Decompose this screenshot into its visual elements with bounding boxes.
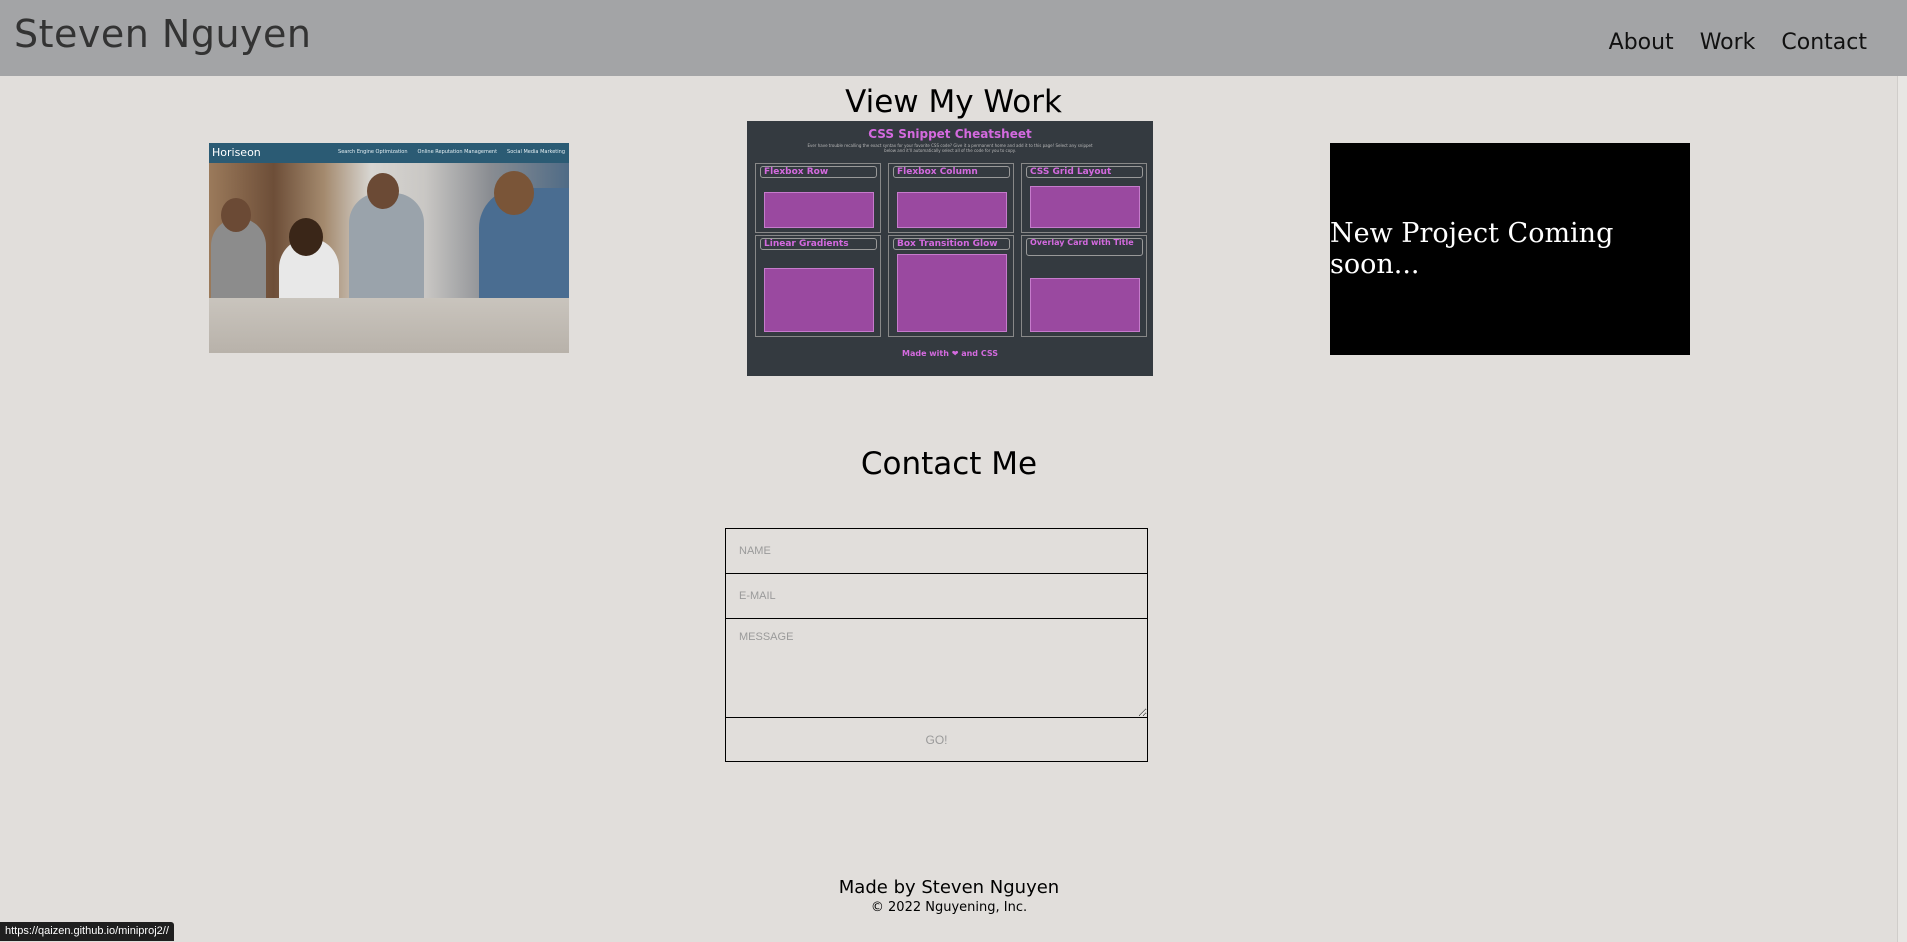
cheatsheet-cell-label: Overlay Card with Title [1026,238,1143,256]
cheatsheet-cell: Flexbox Row [755,163,881,233]
contact-form: GO! [725,528,1148,762]
cheatsheet-code-block [897,254,1007,332]
project-card-horiseon[interactable]: Horiseon Search Engine Optimization Onli… [209,143,569,353]
work-section-title: View My Work [845,84,1062,120]
cheatsheet-code-block [764,268,874,332]
site-header: Steven Nguyen About Work Contact [0,0,1907,76]
page-scrollbar[interactable] [1897,76,1907,942]
cheatsheet-cell-label: Linear Gradients [760,238,877,250]
nav-about-link[interactable]: About [1609,30,1674,55]
cheatsheet-title: CSS Snippet Cheatsheet [868,127,1032,141]
cheatsheet-code-block [764,192,874,228]
horiseon-nav-item: Search Engine Optimization [338,149,408,155]
site-footer: Made by Steven Nguyen © 2022 Nguyening, … [0,877,1898,915]
cheatsheet-cell: Linear Gradients [755,235,881,337]
photo-head [367,173,399,209]
cheatsheet-cell-label: Box Transition Glow [893,238,1010,250]
contact-section-title: Contact Me [860,446,1038,482]
name-field[interactable] [725,528,1148,574]
cheatsheet-footer: Made with ❤ and CSS [901,349,998,358]
photo-head [494,171,534,215]
horiseon-logo: Horiseon [212,146,261,159]
email-field[interactable] [725,574,1148,619]
photo-head [289,218,323,256]
photo-head [221,198,251,232]
cheatsheet-cell: Overlay Card with Title [1021,235,1147,337]
cheatsheet-cell-label: Flexbox Row [760,166,877,178]
coming-soon-text: New Project Coming soon... [1330,218,1614,280]
nav-contact-link[interactable]: Contact [1781,30,1867,55]
cheatsheet-code-block [1030,186,1140,228]
submit-button[interactable]: GO! [725,718,1148,762]
cheatsheet-cell: CSS Grid Layout [1021,163,1147,233]
horiseon-nav-item: Social Media Marketing [507,149,565,155]
site-brand[interactable]: Steven Nguyen [14,12,312,56]
cheatsheet-cell-label: CSS Grid Layout [1026,166,1143,178]
cheatsheet-subtitle: Ever have trouble recalling the exact sy… [807,143,1093,153]
horiseon-header-bar: Horiseon Search Engine Optimization Onli… [209,143,569,163]
link-status-url: https://qaizen.github.io/miniproj2// [0,922,174,941]
horiseon-team-photo [209,163,569,353]
footer-copyright: © 2022 Nguyening, Inc. [870,900,1028,915]
nav-work-link[interactable]: Work [1700,30,1756,55]
project-card-css-cheatsheet[interactable]: CSS Snippet Cheatsheet Ever have trouble… [747,121,1153,376]
cheatsheet-cell-label: Flexbox Column [893,166,1010,178]
message-field[interactable] [725,619,1148,718]
project-card-coming-soon[interactable]: New Project Coming soon... [1330,143,1690,355]
cheatsheet-cell: Box Transition Glow [888,235,1014,337]
main-nav: About Work Contact [1609,30,1867,55]
horiseon-nav: Search Engine Optimization Online Reputa… [338,149,565,155]
cheatsheet-code-block [1030,278,1140,332]
footer-made-by: Made by Steven Nguyen [838,877,1060,898]
horiseon-nav-item: Online Reputation Management [417,149,498,155]
photo-table [209,298,569,353]
cheatsheet-cell: Flexbox Column [888,163,1014,233]
cheatsheet-code-block [897,192,1007,228]
